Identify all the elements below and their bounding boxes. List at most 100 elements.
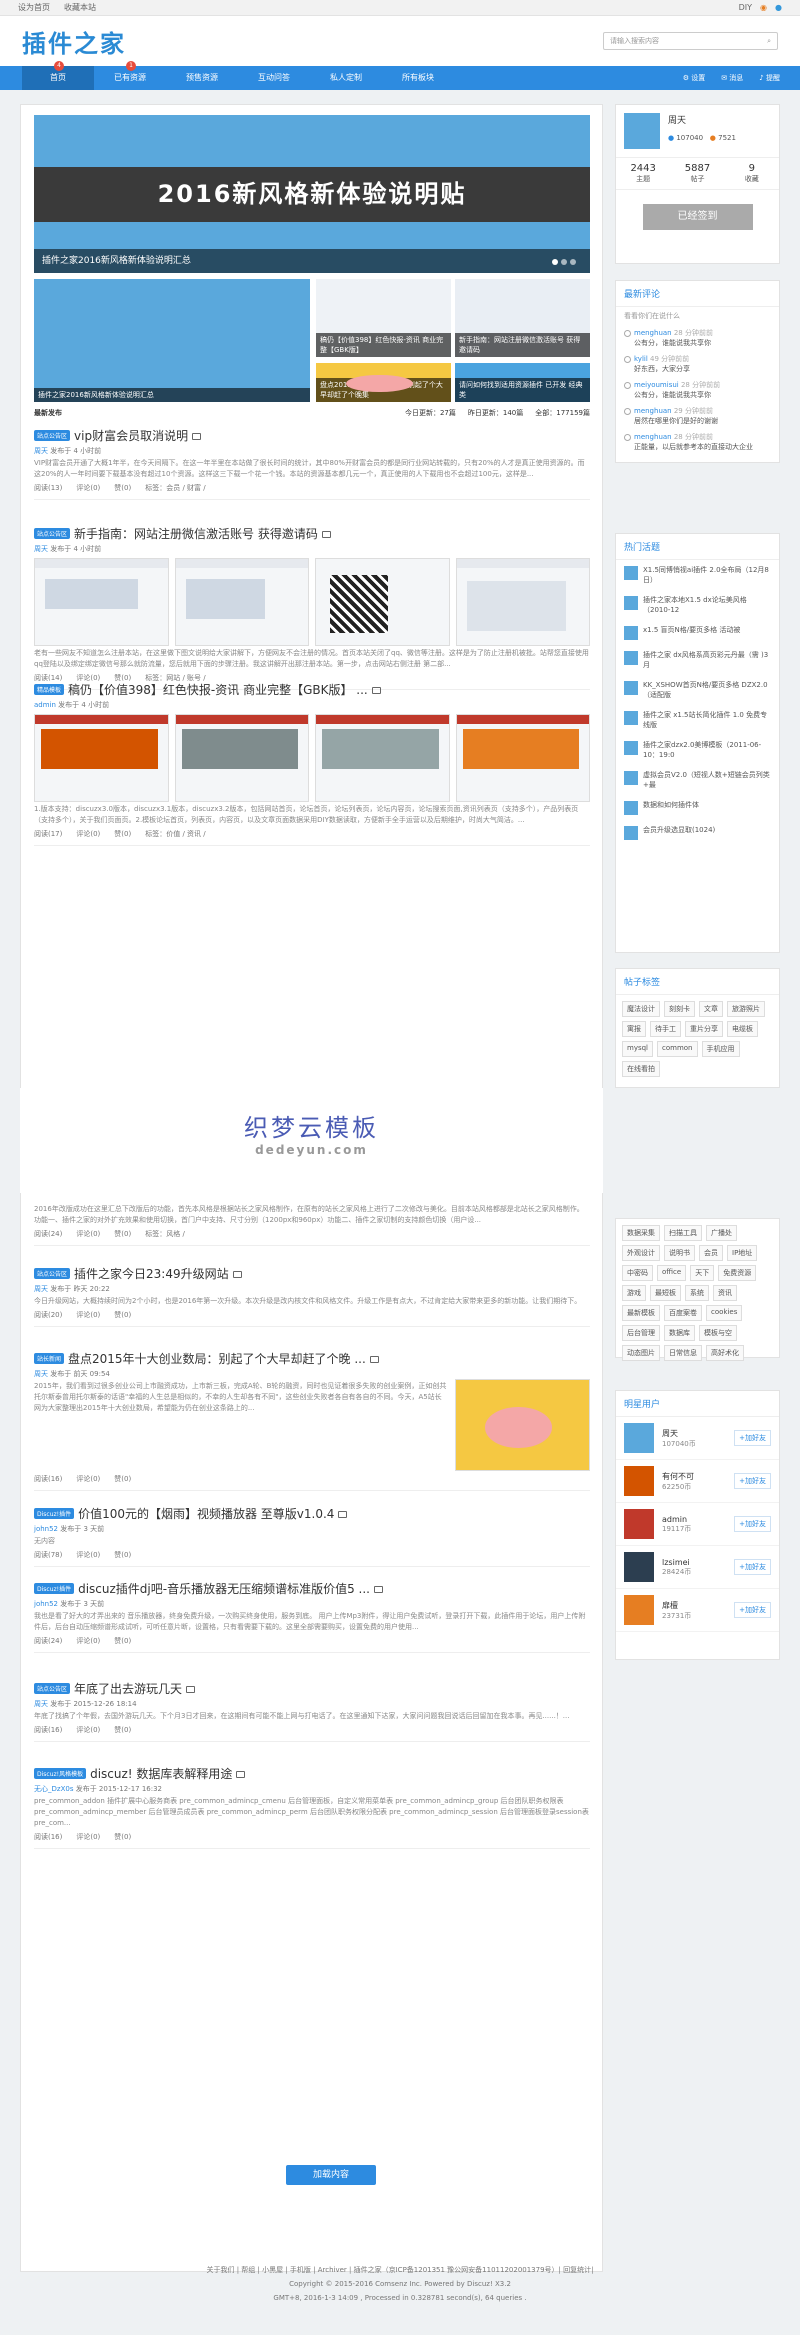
avatar[interactable] — [624, 1552, 654, 1582]
thread-item[interactable]: 站点公告区 年底了出去游玩几天 周天 发布于 2015-12-26 18:14 年… — [34, 1680, 590, 1742]
thread-item[interactable]: 2016年改版成功在这里汇总下改版后的功能，首先本风格是根据站长之家风格制作，在… — [34, 1198, 590, 1246]
add-friend-button[interactable]: +加好友 — [734, 1430, 771, 1446]
thread-title[interactable]: 价值100元的【烟雨】视频播放器 至尊版v1.0.4 — [78, 1505, 334, 1522]
tag-chip[interactable]: 免费资源 — [718, 1265, 757, 1281]
star-user[interactable]: lzsimei 28424币 +加好友 — [616, 1546, 779, 1589]
tag-chip[interactable]: 广播处 — [706, 1225, 737, 1241]
banner-caption[interactable]: 插件之家2016新风格新体验说明汇总 — [34, 249, 590, 273]
thread-item[interactable]: 站点公告区 插件之家今日23:49升级网站 周天 发布于 昨天 20:22 今日升… — [34, 1265, 590, 1327]
review-item[interactable]: menghuan 29 分钟前前 居然在哪里你们是好的谢谢 — [616, 403, 779, 429]
featured-tile[interactable]: 稿仍【价值398】红色快报-资讯 商业完整【GBK版】 — [316, 279, 451, 357]
nav-qa[interactable]: 互动问答 — [238, 66, 310, 90]
star-user[interactable]: 周天 107040币 +加好友 — [616, 1417, 779, 1460]
tag-chip[interactable]: 文章 — [699, 1001, 723, 1017]
sign-in-button[interactable]: 已经签到 — [642, 204, 753, 230]
thread-thumbnail[interactable] — [455, 1379, 590, 1471]
tag-chip[interactable]: 会员 — [699, 1245, 723, 1261]
thread-title[interactable]: vip财富会员取消说明 — [74, 427, 188, 444]
tag-chip[interactable]: 在线看拍 — [622, 1061, 660, 1077]
hot-item[interactable]: 虚拟会员V2.0（短视人数+短链会员列类+最 — [616, 765, 779, 795]
tag-chip[interactable]: 系统 — [685, 1285, 709, 1301]
forum-tag[interactable]: 站点公告区 — [34, 527, 71, 539]
tag-chip[interactable]: 刻刻卡 — [664, 1001, 695, 1017]
thread-title[interactable]: 插件之家今日23:49升级网站 — [74, 1265, 229, 1282]
search-icon[interactable]: ⌕ — [767, 37, 771, 46]
forum-tag[interactable]: 站点公告区 — [34, 1682, 71, 1694]
tag-chip[interactable]: 旅游照片 — [727, 1001, 765, 1017]
thread-item[interactable]: Discuz!插件 discuz插件dj吧-音乐播放器无压缩频谱标准版价值5 ..… — [34, 1580, 590, 1653]
avatar[interactable] — [624, 1423, 654, 1453]
settings-icon[interactable]: ● — [775, 3, 782, 12]
nav-presale[interactable]: 预售资源 — [166, 66, 238, 90]
add-friend-button[interactable]: +加好友 — [734, 1473, 771, 1489]
thread-title[interactable]: 盘点2015年十大创业数局：别起了个大早却赶了个晚 ... — [68, 1350, 366, 1367]
featured-tile[interactable]: 请问如何找到适用资源插件 已开发 经典类 — [455, 363, 590, 402]
banner-slider[interactable]: 2016新风格新体验说明贴 插件之家2016新风格新体验说明汇总 — [34, 115, 590, 273]
thread-item[interactable]: Discuz!插件 价值100元的【烟雨】视频播放器 至尊版v1.0.4 john… — [34, 1505, 590, 1567]
nav-boards[interactable]: 所有板块 — [382, 66, 454, 90]
tag-chip[interactable]: 手机应用 — [701, 1041, 740, 1057]
nav-resources[interactable]: 1 已有资源 — [94, 61, 166, 90]
footer-links[interactable]: 关于我们 | 帮组 | 小黑屋 | 手机版 | Archiver | 插件之家（… — [0, 2263, 800, 2277]
diy-link[interactable]: DIY — [739, 3, 752, 12]
tag-chip[interactable]: 模板与空 — [699, 1325, 737, 1341]
review-item[interactable]: meiyoumisui 28 分钟前前 公有分，谁能说我共享你 — [616, 377, 779, 403]
tag-chip[interactable]: 外观设计 — [622, 1245, 660, 1261]
tag-chip[interactable]: 天下 — [690, 1265, 715, 1281]
featured-tile[interactable]: 新手指南：网站注册微信激活账号 获得邀请码 — [455, 279, 590, 357]
slider-dots[interactable] — [552, 259, 576, 265]
thread-item[interactable]: 精品模板 稿仍【价值398】红色快报-资讯 商业完整【GBK版】 ... admi… — [34, 681, 590, 846]
add-friend-button[interactable]: +加好友 — [734, 1516, 771, 1532]
tag-chip[interactable]: cookies — [706, 1305, 743, 1321]
forum-tag[interactable]: Discuz!风格模板 — [34, 1767, 87, 1779]
thread-title[interactable]: 新手指南：网站注册微信激活账号 获得邀请码 — [74, 525, 318, 542]
tag-chip[interactable]: 重片分享 — [685, 1021, 723, 1037]
hot-item[interactable]: x1.5 盲页N格/要页多格 活动被 — [616, 620, 779, 645]
star-user[interactable]: 有何不可 62250币 +加好友 — [616, 1460, 779, 1503]
bookmark-link[interactable]: 收藏本站 — [64, 3, 96, 12]
avatar[interactable] — [624, 1509, 654, 1539]
profile-name[interactable]: 周天 — [668, 113, 736, 126]
forum-tag[interactable]: 站点公告区 — [34, 1267, 71, 1279]
thread-item[interactable]: Discuz!风格模板 discuz! 数据库表解释用途 无心_DzX0s 发布于… — [34, 1765, 590, 1849]
avatar[interactable] — [624, 1466, 654, 1496]
tag-chip[interactable]: 魔法设计 — [622, 1001, 660, 1017]
thread-item[interactable]: 站点公告区 新手指南：网站注册微信激活账号 获得邀请码 周天 发布于 4 小时前 … — [34, 525, 590, 690]
tag-chip[interactable]: 动态图片 — [622, 1345, 660, 1361]
tag-chip[interactable]: common — [657, 1041, 698, 1057]
thread-item[interactable]: 站长新闻 盘点2015年十大创业数局：别起了个大早却赶了个晚 ... 周天 发布于… — [34, 1350, 590, 1491]
featured-tile[interactable]: 插件之家2016新风格新体验说明汇总 — [34, 279, 310, 402]
thread-item[interactable]: 站点公告区 vip财富会员取消说明 周天 发布于 4 小时前 VIP财富会员开通了… — [34, 427, 590, 500]
nav-custom[interactable]: 私人定制 — [310, 66, 382, 90]
tag-chip[interactable]: 最短板 — [650, 1285, 681, 1301]
tag-chip[interactable]: IP地址 — [727, 1245, 758, 1261]
tag-chip[interactable]: 待手工 — [650, 1021, 681, 1037]
thread-title[interactable]: discuz! 数据库表解释用途 — [90, 1765, 232, 1782]
hot-item[interactable]: 插件之家 x1.5站长简化插件 1.0 免费专线版 — [616, 705, 779, 735]
tag-chip[interactable]: 资讯 — [713, 1285, 737, 1301]
load-more-button[interactable]: 加载内容 — [286, 2165, 376, 2185]
tag-chip[interactable]: 电缆板 — [727, 1021, 758, 1037]
tag-chip[interactable]: 百度案卷 — [664, 1305, 702, 1321]
tag-chip[interactable]: 游戏 — [622, 1285, 646, 1301]
hot-item[interactable]: X1.5同博悄视ai插件 2.0全布局（12月8日） — [616, 560, 779, 590]
nav-alerts[interactable]: ♪ 提醒 — [759, 73, 780, 83]
forum-tag[interactable]: Discuz!插件 — [34, 1582, 75, 1594]
tag-chip[interactable]: 后台管理 — [622, 1325, 660, 1341]
thread-title[interactable]: 年底了出去游玩几天 — [74, 1680, 182, 1697]
review-item[interactable]: menghuan 28 分钟前前 公有分，谁能说我共享你 — [616, 325, 779, 351]
nav-settings[interactable]: ⚙ 设置 — [683, 73, 706, 83]
featured-tile[interactable]: 盘点2015年十大创业数局：别起了个大早却赶了个晚集 — [316, 363, 451, 402]
thread-images[interactable] — [34, 558, 590, 646]
tag-chip[interactable]: 寓报 — [622, 1021, 646, 1037]
tag-chip[interactable]: 高好术化 — [706, 1345, 744, 1361]
hot-item[interactable]: 插件之家本地X1.5 dx论坛美风格（2010-12 — [616, 590, 779, 620]
tag-chip[interactable]: 扫描工具 — [664, 1225, 702, 1241]
set-homepage-link[interactable]: 设为首页 — [18, 3, 50, 12]
hot-item[interactable]: 数据和如何插件体 — [616, 795, 779, 820]
add-friend-button[interactable]: +加好友 — [734, 1559, 771, 1575]
hot-item[interactable]: KK_XSHOW首页N格/要页多格 DZX2.0（适配版 — [616, 675, 779, 705]
thread-title[interactable]: discuz插件dj吧-音乐播放器无压缩频谱标准版价值5 ... — [78, 1580, 370, 1597]
thread-images[interactable] — [34, 714, 590, 802]
tag-chip[interactable]: 说明书 — [664, 1245, 695, 1261]
